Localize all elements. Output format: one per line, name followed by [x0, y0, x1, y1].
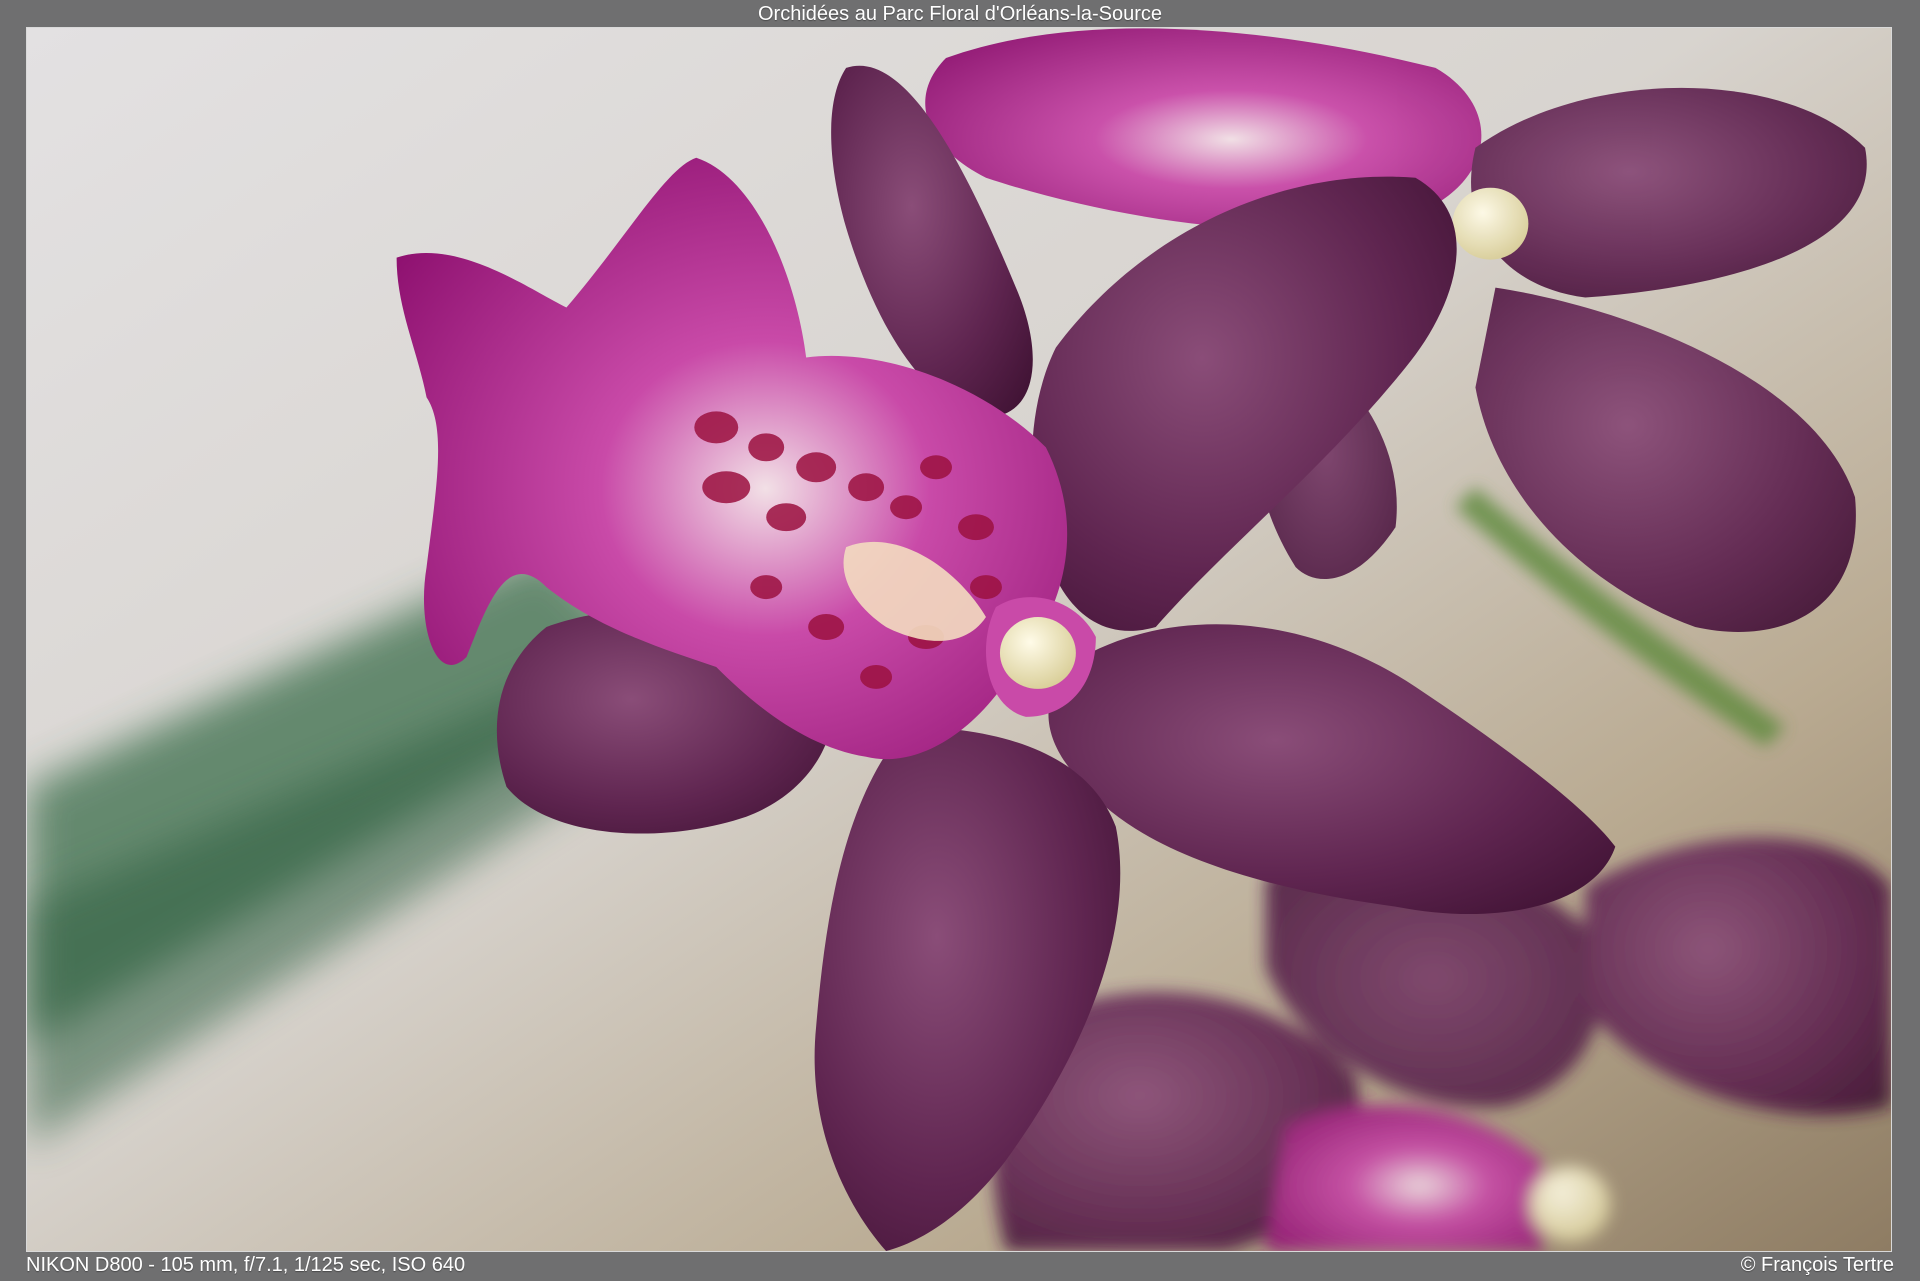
photo-credit: © François Tertre: [1740, 1254, 1894, 1276]
orchid-photo: [26, 27, 1892, 1252]
camera-info: NIKON D800 - 105 mm, f/7.1, 1/125 sec, I…: [26, 1254, 466, 1276]
photo-title: Orchidées au Parc Floral d'Orléans-la-So…: [758, 3, 1162, 25]
orchid-flower-icon: [27, 28, 1891, 1251]
